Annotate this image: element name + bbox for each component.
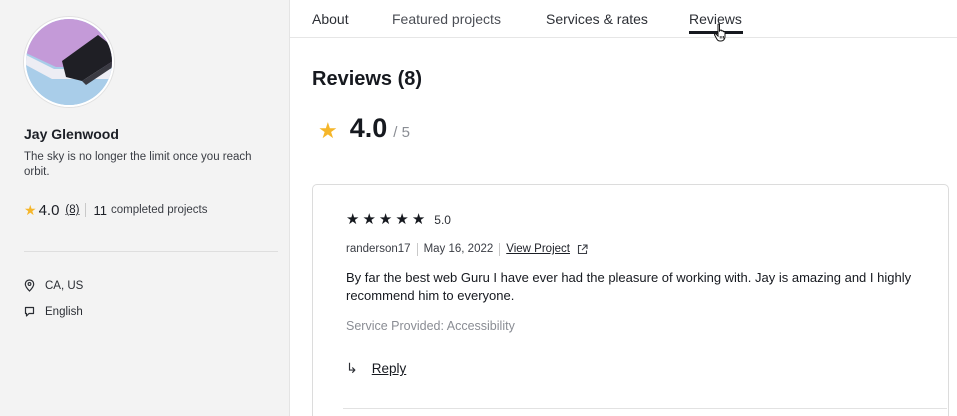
average-rating-value: 4.0: [349, 113, 388, 143]
separator: [499, 242, 501, 256]
completed-projects-label: completed projects: [110, 204, 208, 216]
star-icon: ★: [411, 211, 426, 228]
location-row: CA, US: [24, 279, 83, 292]
location-pin-icon: [24, 279, 35, 292]
star-icon: ★: [362, 211, 376, 228]
reply-action[interactable]: ↳ Reply: [346, 360, 406, 377]
review-score: 5.0: [434, 213, 451, 227]
profile-tagline: The sky is no longer the limit once you …: [24, 151, 252, 178]
avatar: [24, 17, 114, 107]
reply-button[interactable]: Reply: [372, 361, 407, 376]
language-text: English: [45, 306, 83, 318]
profile-sidebar: Jay Glenwood The sky is no longer the li…: [0, 0, 290, 416]
sidebar-divider: [24, 251, 278, 252]
tab-services-rates[interactable]: Services & rates: [546, 9, 648, 29]
rating-scale: / 5: [393, 124, 410, 141]
reply-arrow-icon: ↳: [346, 360, 358, 376]
reviews-heading: Reviews (8): [312, 68, 423, 90]
language-row: English: [24, 306, 83, 318]
chat-bubble-icon: [24, 306, 35, 317]
profile-tabs: About Featured projects Services & rates…: [290, 0, 957, 42]
profile-name: Jay Glenwood: [24, 126, 119, 142]
profile-rating-summary: ★ 4.0 (8) 11 completed projects: [24, 200, 208, 220]
view-project-link[interactable]: View Project: [506, 243, 570, 255]
freelancer-profile-page: Jay Glenwood The sky is no longer the li…: [0, 0, 957, 416]
review-count-link[interactable]: (8): [65, 204, 79, 216]
completed-projects-count: 11: [93, 202, 107, 218]
star-icon: ★: [346, 211, 360, 228]
review-date: May 16, 2022: [423, 243, 494, 255]
hand-pointer-icon: [714, 23, 726, 42]
average-rating: ★ 4.0 / 5: [318, 113, 410, 144]
review-stars: ★ ★ ★ ★ ★ 5.0: [346, 211, 451, 228]
service-provided: Service Provided: Accessibility: [346, 319, 515, 333]
separator: [416, 242, 418, 256]
tab-featured-projects[interactable]: Featured projects: [392, 9, 501, 29]
main-content: About Featured projects Services & rates…: [290, 0, 957, 416]
review-card: ★ ★ ★ ★ ★ 5.0 randerson17 May 16, 2022 V…: [312, 184, 949, 416]
review-meta: randerson17 May 16, 2022 View Project: [346, 241, 588, 257]
separator: [85, 203, 87, 217]
external-link-icon[interactable]: [577, 243, 588, 255]
profile-rating-value: 4.0: [38, 201, 60, 219]
star-icon: ★: [318, 118, 338, 143]
reply-divider: [343, 408, 947, 409]
star-icon: ★: [395, 211, 409, 228]
tab-about[interactable]: About: [312, 9, 349, 29]
review-text: By far the best web Guru I have ever had…: [346, 270, 912, 303]
star-icon: ★: [378, 211, 393, 228]
location-text: CA, US: [45, 279, 84, 292]
review-author: randerson17: [346, 243, 411, 255]
star-icon: ★: [24, 201, 37, 218]
